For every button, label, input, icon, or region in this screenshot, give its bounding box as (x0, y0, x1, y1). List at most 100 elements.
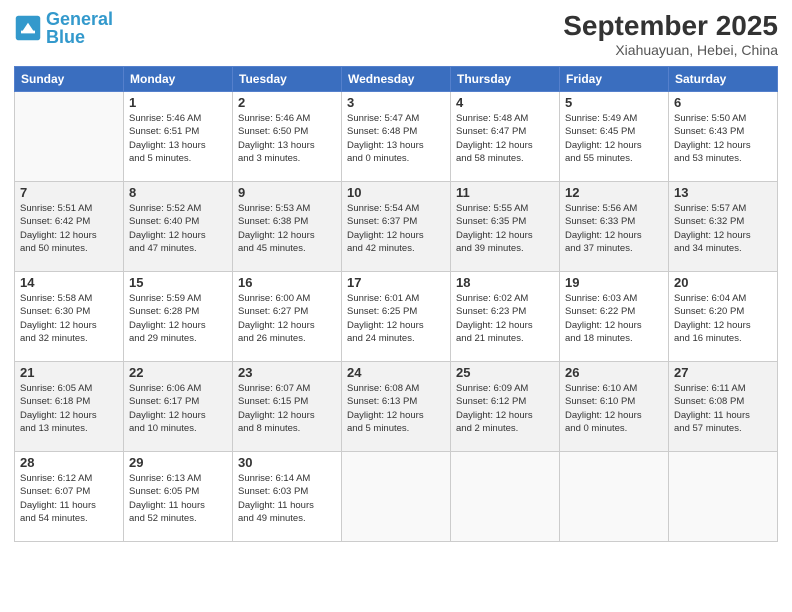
day-number: 22 (129, 365, 227, 380)
col-saturday: Saturday (669, 67, 778, 92)
table-row (451, 452, 560, 542)
col-monday: Monday (124, 67, 233, 92)
day-number: 18 (456, 275, 554, 290)
day-info: Sunrise: 6:08 AM Sunset: 6:13 PM Dayligh… (347, 382, 445, 435)
table-row: 22 Sunrise: 6:06 AM Sunset: 6:17 PM Dayli… (124, 362, 233, 452)
day-info: Sunrise: 5:46 AM Sunset: 6:50 PM Dayligh… (238, 112, 336, 165)
table-row: 29 Sunrise: 6:13 AM Sunset: 6:05 PM Dayli… (124, 452, 233, 542)
day-info: Sunrise: 6:02 AM Sunset: 6:23 PM Dayligh… (456, 292, 554, 345)
day-info: Sunrise: 5:55 AM Sunset: 6:35 PM Dayligh… (456, 202, 554, 255)
day-info: Sunrise: 6:11 AM Sunset: 6:08 PM Dayligh… (674, 382, 772, 435)
day-info: Sunrise: 6:07 AM Sunset: 6:15 PM Dayligh… (238, 382, 336, 435)
table-row: 20Sunrise: 6:04 AM Sunset: 6:20 PM Dayli… (669, 272, 778, 362)
calendar-week-row: 7 Sunrise: 5:51 AM Sunset: 6:42 PM Daylig… (15, 182, 778, 272)
table-row: 14 Sunrise: 5:58 AM Sunset: 6:30 PM Dayli… (15, 272, 124, 362)
day-number: 5 (565, 95, 663, 110)
day-number: 4 (456, 95, 554, 110)
table-row: 10 Sunrise: 5:54 AM Sunset: 6:37 PM Dayli… (342, 182, 451, 272)
page: General Blue September 2025 Xiahuayuan, … (0, 0, 792, 612)
day-number: 16 (238, 275, 336, 290)
logo: General Blue (14, 10, 113, 46)
day-info: Sunrise: 5:56 AM Sunset: 6:33 PM Dayligh… (565, 202, 663, 255)
calendar-header-row: Sunday Monday Tuesday Wednesday Thursday… (15, 67, 778, 92)
logo-icon (14, 14, 42, 42)
day-info: Sunrise: 5:49 AM Sunset: 6:45 PM Dayligh… (565, 112, 663, 165)
day-number: 14 (20, 275, 118, 290)
table-row: 8Sunrise: 5:52 AM Sunset: 6:40 PM Daylig… (124, 182, 233, 272)
day-number: 6 (674, 95, 772, 110)
day-number: 7 (20, 185, 118, 200)
day-number: 9 (238, 185, 336, 200)
calendar-week-row: 21 Sunrise: 6:05 AM Sunset: 6:18 PM Dayli… (15, 362, 778, 452)
day-info: Sunrise: 6:10 AM Sunset: 6:10 PM Dayligh… (565, 382, 663, 435)
table-row: 7 Sunrise: 5:51 AM Sunset: 6:42 PM Daylig… (15, 182, 124, 272)
table-row (669, 452, 778, 542)
day-info: Sunrise: 6:09 AM Sunset: 6:12 PM Dayligh… (456, 382, 554, 435)
day-number: 11 (456, 185, 554, 200)
table-row (342, 452, 451, 542)
day-number: 15 (129, 275, 227, 290)
day-number: 8 (129, 185, 227, 200)
day-number: 10 (347, 185, 445, 200)
table-row: 3Sunrise: 5:47 AM Sunset: 6:48 PM Daylig… (342, 92, 451, 182)
table-row: 9 Sunrise: 5:53 AM Sunset: 6:38 PM Daylig… (233, 182, 342, 272)
day-number: 1 (129, 95, 227, 110)
table-row: 15Sunrise: 5:59 AM Sunset: 6:28 PM Dayli… (124, 272, 233, 362)
day-info: Sunrise: 6:03 AM Sunset: 6:22 PM Dayligh… (565, 292, 663, 345)
table-row: 16 Sunrise: 6:00 AM Sunset: 6:27 PM Dayli… (233, 272, 342, 362)
day-info: Sunrise: 5:53 AM Sunset: 6:38 PM Dayligh… (238, 202, 336, 255)
day-info: Sunrise: 5:50 AM Sunset: 6:43 PM Dayligh… (674, 112, 772, 165)
day-info: Sunrise: 6:13 AM Sunset: 6:05 PM Dayligh… (129, 472, 227, 525)
logo-general: General (46, 9, 113, 29)
day-number: 17 (347, 275, 445, 290)
day-info: Sunrise: 5:47 AM Sunset: 6:48 PM Dayligh… (347, 112, 445, 165)
day-number: 19 (565, 275, 663, 290)
table-row: 18 Sunrise: 6:02 AM Sunset: 6:23 PM Dayli… (451, 272, 560, 362)
day-number: 27 (674, 365, 772, 380)
table-row: 27 Sunrise: 6:11 AM Sunset: 6:08 PM Dayli… (669, 362, 778, 452)
table-row: 2 Sunrise: 5:46 AM Sunset: 6:50 PM Daylig… (233, 92, 342, 182)
calendar-week-row: 14 Sunrise: 5:58 AM Sunset: 6:30 PM Dayli… (15, 272, 778, 362)
table-row: 19 Sunrise: 6:03 AM Sunset: 6:22 PM Dayli… (560, 272, 669, 362)
header: General Blue September 2025 Xiahuayuan, … (14, 10, 778, 58)
day-number: 2 (238, 95, 336, 110)
table-row: 17 Sunrise: 6:01 AM Sunset: 6:25 PM Dayli… (342, 272, 451, 362)
day-info: Sunrise: 6:06 AM Sunset: 6:17 PM Dayligh… (129, 382, 227, 435)
table-row (15, 92, 124, 182)
day-number: 23 (238, 365, 336, 380)
day-info: Sunrise: 5:54 AM Sunset: 6:37 PM Dayligh… (347, 202, 445, 255)
day-number: 12 (565, 185, 663, 200)
day-info: Sunrise: 6:12 AM Sunset: 6:07 PM Dayligh… (20, 472, 118, 525)
day-info: Sunrise: 5:48 AM Sunset: 6:47 PM Dayligh… (456, 112, 554, 165)
table-row: 25Sunrise: 6:09 AM Sunset: 6:12 PM Dayli… (451, 362, 560, 452)
day-number: 30 (238, 455, 336, 470)
day-info: Sunrise: 6:05 AM Sunset: 6:18 PM Dayligh… (20, 382, 118, 435)
day-number: 29 (129, 455, 227, 470)
logo-blue: Blue (46, 27, 85, 47)
table-row: 1Sunrise: 5:46 AM Sunset: 6:51 PM Daylig… (124, 92, 233, 182)
day-info: Sunrise: 6:04 AM Sunset: 6:20 PM Dayligh… (674, 292, 772, 345)
table-row: 24 Sunrise: 6:08 AM Sunset: 6:13 PM Dayli… (342, 362, 451, 452)
col-tuesday: Tuesday (233, 67, 342, 92)
table-row: 4 Sunrise: 5:48 AM Sunset: 6:47 PM Daylig… (451, 92, 560, 182)
table-row (560, 452, 669, 542)
table-row: 5 Sunrise: 5:49 AM Sunset: 6:45 PM Daylig… (560, 92, 669, 182)
title-block: September 2025 Xiahuayuan, Hebei, China (563, 10, 778, 58)
table-row: 6 Sunrise: 5:50 AM Sunset: 6:43 PM Daylig… (669, 92, 778, 182)
day-info: Sunrise: 5:51 AM Sunset: 6:42 PM Dayligh… (20, 202, 118, 255)
table-row: 26Sunrise: 6:10 AM Sunset: 6:10 PM Dayli… (560, 362, 669, 452)
col-sunday: Sunday (15, 67, 124, 92)
day-number: 24 (347, 365, 445, 380)
calendar-week-row: 28 Sunrise: 6:12 AM Sunset: 6:07 PM Dayli… (15, 452, 778, 542)
day-info: Sunrise: 5:58 AM Sunset: 6:30 PM Dayligh… (20, 292, 118, 345)
day-number: 28 (20, 455, 118, 470)
day-info: Sunrise: 6:01 AM Sunset: 6:25 PM Dayligh… (347, 292, 445, 345)
day-number: 21 (20, 365, 118, 380)
calendar-week-row: 1Sunrise: 5:46 AM Sunset: 6:51 PM Daylig… (15, 92, 778, 182)
day-number: 13 (674, 185, 772, 200)
table-row: 12 Sunrise: 5:56 AM Sunset: 6:33 PM Dayli… (560, 182, 669, 272)
col-friday: Friday (560, 67, 669, 92)
col-thursday: Thursday (451, 67, 560, 92)
day-info: Sunrise: 6:00 AM Sunset: 6:27 PM Dayligh… (238, 292, 336, 345)
table-row: 30Sunrise: 6:14 AM Sunset: 6:03 PM Dayli… (233, 452, 342, 542)
